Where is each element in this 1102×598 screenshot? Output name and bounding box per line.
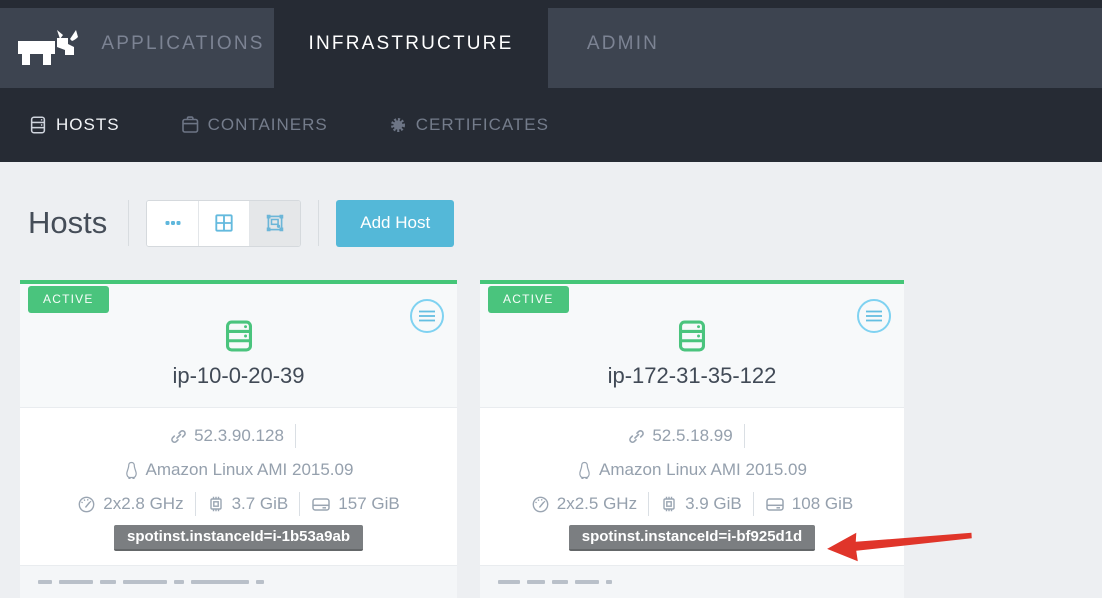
- view-toggle-group: [146, 200, 301, 247]
- hosts-icon: [28, 115, 48, 135]
- host-os: Amazon Linux AMI 2015.09: [146, 460, 354, 480]
- tab-applications[interactable]: APPLICATIONS: [92, 0, 274, 88]
- host-public-ip: 52.5.18.99: [652, 426, 732, 446]
- host-card-footer-clipped: [20, 566, 457, 598]
- machine-view-icon: [264, 212, 286, 234]
- host-name[interactable]: ip-10-0-20-39: [20, 363, 457, 389]
- detail-divider: [295, 424, 296, 448]
- detail-divider: [753, 492, 754, 516]
- host-storage: 157 GiB: [338, 494, 399, 514]
- clipped-text: [498, 580, 520, 584]
- memory-chip-icon: [660, 495, 678, 513]
- rancher-app-window: APPLICATIONS INFRASTRUCTURE ADMIN HOSTS: [0, 0, 1102, 598]
- host-os: Amazon Linux AMI 2015.09: [599, 460, 807, 480]
- tab-admin[interactable]: ADMIN: [548, 0, 698, 88]
- host-server-icon: [674, 341, 710, 358]
- clipped-text: [575, 580, 599, 584]
- host-memory: 3.9 GiB: [685, 494, 742, 514]
- clipped-text: [174, 580, 184, 584]
- subnav-label-certificates: CERTIFICATES: [416, 115, 549, 135]
- tab-infrastructure[interactable]: INFRASTRUCTURE: [274, 0, 548, 88]
- subnav-item-containers[interactable]: CONTAINERS: [180, 115, 328, 135]
- containers-icon: [180, 115, 200, 135]
- host-name[interactable]: ip-172-31-35-122: [480, 363, 904, 389]
- host-cpu: 2x2.8 GHz: [103, 494, 183, 514]
- disk-icon: [765, 496, 785, 513]
- host-ip-row: 52.3.90.128: [20, 422, 457, 450]
- link-icon: [170, 428, 187, 445]
- linux-tux-icon: [124, 461, 139, 479]
- host-labels-row: spotinst.instanceId=i-1b53a9ab: [20, 525, 457, 551]
- host-label-chip: spotinst.instanceId=i-1b53a9ab: [114, 525, 363, 551]
- detail-divider: [744, 424, 745, 448]
- subnav-item-hosts[interactable]: HOSTS: [28, 115, 120, 135]
- host-card-footer-clipped: [480, 566, 904, 598]
- list-view-icon: [164, 214, 182, 232]
- host-specs-row: 2x2.8 GHz 3.7 GiB: [20, 490, 457, 518]
- host-card-details: 52.3.90.128 Amazon Linux AMI 2015.09: [20, 407, 457, 566]
- list-view-button[interactable]: [147, 201, 198, 246]
- cpu-gauge-icon: [531, 495, 550, 514]
- host-os-row: Amazon Linux AMI 2015.09: [480, 456, 904, 484]
- detail-divider: [648, 492, 649, 516]
- cow-logo-icon: [13, 26, 79, 68]
- rancher-logo[interactable]: [0, 0, 92, 88]
- linux-tux-icon: [577, 461, 592, 479]
- clipped-text: [123, 580, 167, 584]
- host-cpu: 2x2.5 GHz: [557, 494, 637, 514]
- add-host-button[interactable]: Add Host: [336, 200, 454, 247]
- clipped-text: [100, 580, 116, 584]
- host-card-1: ACTIVE ip-10-0-20-39: [20, 280, 457, 598]
- status-badge: ACTIVE: [488, 286, 569, 313]
- detail-divider: [299, 492, 300, 516]
- page-title: Hosts: [28, 205, 107, 241]
- link-icon: [628, 428, 645, 445]
- clipped-text: [256, 580, 264, 584]
- host-specs-row: 2x2.5 GHz 3.9 GiB: [480, 490, 904, 518]
- host-menu-button[interactable]: [410, 299, 444, 333]
- clipped-text: [191, 580, 249, 584]
- host-os-row: Amazon Linux AMI 2015.09: [20, 456, 457, 484]
- hamburger-menu-icon: [418, 309, 436, 323]
- machine-view-button[interactable]: [249, 201, 300, 246]
- host-menu-button[interactable]: [857, 299, 891, 333]
- subnav-label-hosts: HOSTS: [56, 115, 120, 135]
- clipped-text: [527, 580, 545, 584]
- top-nav: APPLICATIONS INFRASTRUCTURE ADMIN: [0, 0, 1102, 88]
- host-storage: 108 GiB: [792, 494, 853, 514]
- clipped-text: [59, 580, 93, 584]
- hamburger-menu-icon: [865, 309, 883, 323]
- toolbar-divider: [128, 200, 129, 246]
- clipped-text: [606, 580, 612, 584]
- host-server-icon: [221, 341, 257, 358]
- host-memory: 3.7 GiB: [232, 494, 289, 514]
- subnav-item-certificates[interactable]: CERTIFICATES: [388, 115, 549, 135]
- toolbar-divider: [318, 200, 319, 246]
- certificates-icon: [388, 115, 408, 135]
- infrastructure-sub-nav: HOSTS CONTAINERS CERTIFICATES: [0, 88, 1102, 162]
- clipped-text: [552, 580, 568, 584]
- status-badge: ACTIVE: [28, 286, 109, 313]
- grid-view-button[interactable]: [198, 201, 249, 246]
- host-ip-row: 52.5.18.99: [480, 422, 904, 450]
- hosts-toolbar: Hosts: [28, 199, 1102, 247]
- grid-view-icon: [213, 212, 235, 234]
- host-public-ip: 52.3.90.128: [194, 426, 284, 446]
- disk-icon: [311, 496, 331, 513]
- subnav-label-containers: CONTAINERS: [208, 115, 328, 135]
- detail-divider: [195, 492, 196, 516]
- cpu-gauge-icon: [77, 495, 96, 514]
- clipped-text: [38, 580, 52, 584]
- memory-chip-icon: [207, 495, 225, 513]
- host-label-chip: spotinst.instanceId=i-bf925d1d: [569, 525, 815, 551]
